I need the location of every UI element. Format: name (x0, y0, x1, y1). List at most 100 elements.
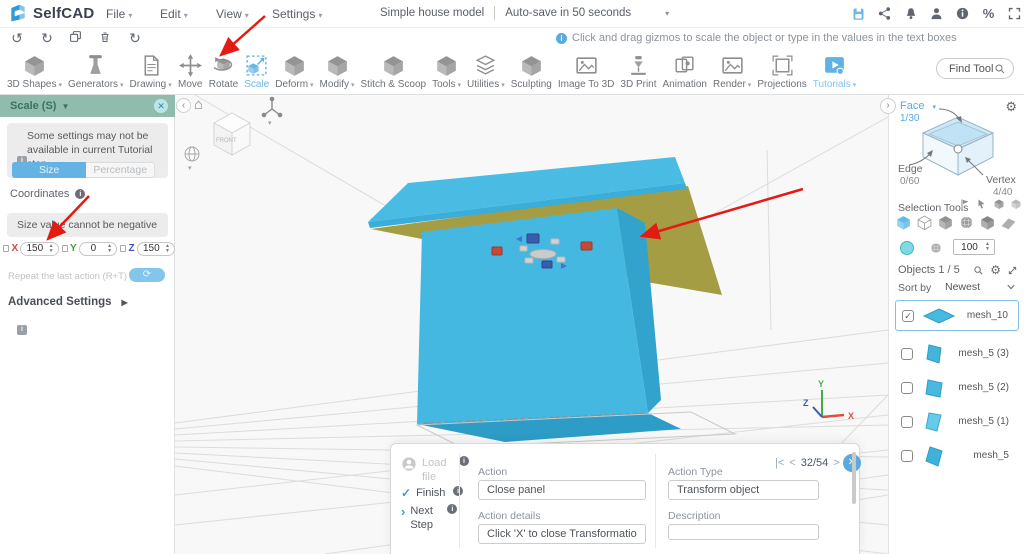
redo-icon[interactable]: ↻ (38, 30, 56, 47)
z-axis-spinner[interactable]: ▲ ▼ (165, 243, 170, 254)
object-row-mesh-5-1[interactable]: mesh_5 (1) (895, 406, 1019, 437)
nav-next-icon[interactable]: > (833, 457, 839, 469)
opacity-spinner[interactable]: ▲ ▼ (985, 242, 990, 252)
tool-utilities[interactable]: Utilities ▾ (464, 52, 508, 91)
collapse-right-panel-icon[interactable]: › (880, 98, 896, 114)
copy-icon[interactable] (66, 30, 84, 46)
advanced-settings[interactable]: Advanced Settings ▶ (8, 296, 128, 308)
tool-projections[interactable]: Projections (754, 52, 809, 91)
tool-modify[interactable]: Modify ▾ (317, 52, 358, 91)
tab-percentage[interactable]: Percentage (86, 162, 155, 178)
find-tool-search[interactable]: Find Tool (936, 58, 1014, 79)
flag-select-icon[interactable] (959, 198, 971, 210)
gizmo-blue-handle[interactable] (541, 260, 553, 269)
repeat-icon[interactable]: ↻ (126, 30, 144, 47)
expand-icon[interactable] (1007, 265, 1018, 276)
opacity-input[interactable]: 100 ▲ ▼ (953, 239, 995, 255)
save-icon[interactable] (851, 6, 866, 21)
z-axis-checkbox[interactable] (120, 245, 127, 252)
menu-settings[interactable]: Settings ▾ (272, 7, 322, 21)
info-icon[interactable]: i (459, 456, 469, 466)
gizmo-red-handle[interactable] (580, 241, 593, 251)
x-axis-checkbox[interactable] (3, 245, 10, 252)
chevron-down-icon[interactable]: ▾ (665, 9, 669, 18)
z-axis-input[interactable]: 150 ▲ ▼ (136, 241, 175, 256)
gizmo-gray-handle[interactable] (519, 245, 528, 252)
object-checkbox[interactable] (901, 347, 913, 360)
gizmo-gray-handle[interactable] (550, 238, 560, 245)
grid-cube-select-icon[interactable] (937, 214, 954, 231)
tool-drawing[interactable]: Drawing ▾ (127, 52, 175, 91)
scale-panel-header[interactable]: Scale (S) ▼ (0, 95, 175, 117)
account-icon[interactable] (929, 6, 944, 21)
cube-select-alt-icon[interactable] (1010, 198, 1022, 210)
gizmo-red-handle[interactable] (491, 246, 503, 256)
object-row-mesh-5[interactable]: mesh_5 (895, 440, 1019, 471)
vertex-mode-selector[interactable]: Vertex (986, 174, 1016, 186)
shortcuts-icon[interactable]: % (981, 6, 996, 21)
sphere-select-icon[interactable] (958, 214, 975, 231)
chevron-down-icon[interactable]: ▾ (188, 164, 192, 172)
nav-first-icon[interactable]: |< (775, 457, 784, 469)
object-checkbox[interactable] (901, 415, 913, 428)
info-icon[interactable] (955, 6, 970, 21)
scrollbar[interactable] (852, 452, 856, 504)
tool-render[interactable]: Render ▾ (710, 52, 754, 91)
search-icon[interactable] (973, 265, 984, 276)
open-cube-select-icon[interactable] (979, 214, 996, 231)
x-axis-input[interactable]: 150 ▲ ▼ (20, 241, 59, 256)
tool-stitch-scoop[interactable]: Stitch & Scoop (358, 52, 430, 91)
undo-icon[interactable]: ↺ (8, 30, 26, 47)
next-step-button[interactable]: › Next Step i (401, 504, 458, 533)
tool-tools[interactable]: Tools ▾ (429, 52, 464, 91)
grid-globe-icon[interactable] (184, 146, 200, 162)
tool-generators[interactable]: Generators ▾ (65, 52, 127, 91)
gizmo-gray-handle[interactable] (556, 256, 566, 263)
action-details-input[interactable] (478, 524, 646, 544)
document-title[interactable]: Simple house model (380, 7, 484, 19)
finish-button[interactable]: ✓ Finish i (401, 486, 464, 500)
gear-icon[interactable]: ⚙ (990, 263, 1001, 277)
gizmo-gray-handle[interactable] (524, 257, 534, 264)
object-checkbox[interactable]: ✓ (902, 309, 914, 322)
wireframe-select-icon[interactable] (916, 214, 933, 231)
description-input[interactable] (668, 524, 819, 540)
tab-size[interactable]: Size (12, 162, 87, 178)
tool-sculpting[interactable]: Sculpting (508, 52, 555, 91)
close-icon[interactable]: ✕ (154, 99, 168, 113)
material-sphere-icon[interactable] (929, 241, 943, 255)
info-icon[interactable]: i (75, 189, 86, 199)
y-axis-checkbox[interactable] (61, 245, 68, 252)
cursor-select-icon[interactable] (976, 198, 988, 210)
notifications-bell-icon[interactable] (903, 6, 918, 21)
info-icon[interactable]: i (447, 504, 458, 514)
x-axis-spinner[interactable]: ▲ ▼ (49, 243, 54, 254)
action-input[interactable] (478, 480, 646, 500)
share-icon[interactable] (877, 6, 892, 21)
gizmo-blue-handle[interactable] (526, 233, 540, 244)
solid-select-icon[interactable] (895, 214, 912, 231)
collapse-left-panel-icon[interactable]: ‹ (176, 98, 191, 113)
tool-animation[interactable]: Animation (660, 52, 710, 91)
nav-prev-icon[interactable]: < (789, 457, 795, 469)
menu-edit[interactable]: Edit ▾ (160, 7, 188, 21)
action-type-input[interactable] (668, 480, 819, 500)
axis-gizmo-widget[interactable] (261, 96, 283, 118)
house-model[interactable] (368, 157, 737, 448)
tool-rotate[interactable]: Rotate (206, 52, 241, 91)
menu-file[interactable]: File ▾ (106, 7, 132, 21)
chevron-down-icon[interactable]: ▾ (268, 119, 272, 127)
menu-view[interactable]: View ▾ (216, 7, 249, 21)
sort-dropdown[interactable]: Newest (941, 278, 1019, 295)
tool-tutorials[interactable]: Tutorials ▾ (810, 52, 860, 91)
object-row-mesh-10[interactable]: ✓ mesh_10 (895, 300, 1019, 331)
repeat-action-button[interactable]: ⟳ (129, 268, 165, 282)
tool-image-to-3d[interactable]: Image To 3D (555, 52, 618, 91)
home-view-icon[interactable]: ⌂ (194, 96, 203, 113)
object-row-mesh-5-3[interactable]: mesh_5 (3) (895, 338, 1019, 369)
edge-mode-selector[interactable]: Edge (898, 163, 923, 175)
tool-deform[interactable]: Deform ▾ (272, 52, 316, 91)
selfcad-logo[interactable]: SelfCAD (8, 3, 94, 23)
plane-select-icon[interactable] (1000, 214, 1017, 231)
cube-select-icon[interactable] (993, 198, 1005, 210)
